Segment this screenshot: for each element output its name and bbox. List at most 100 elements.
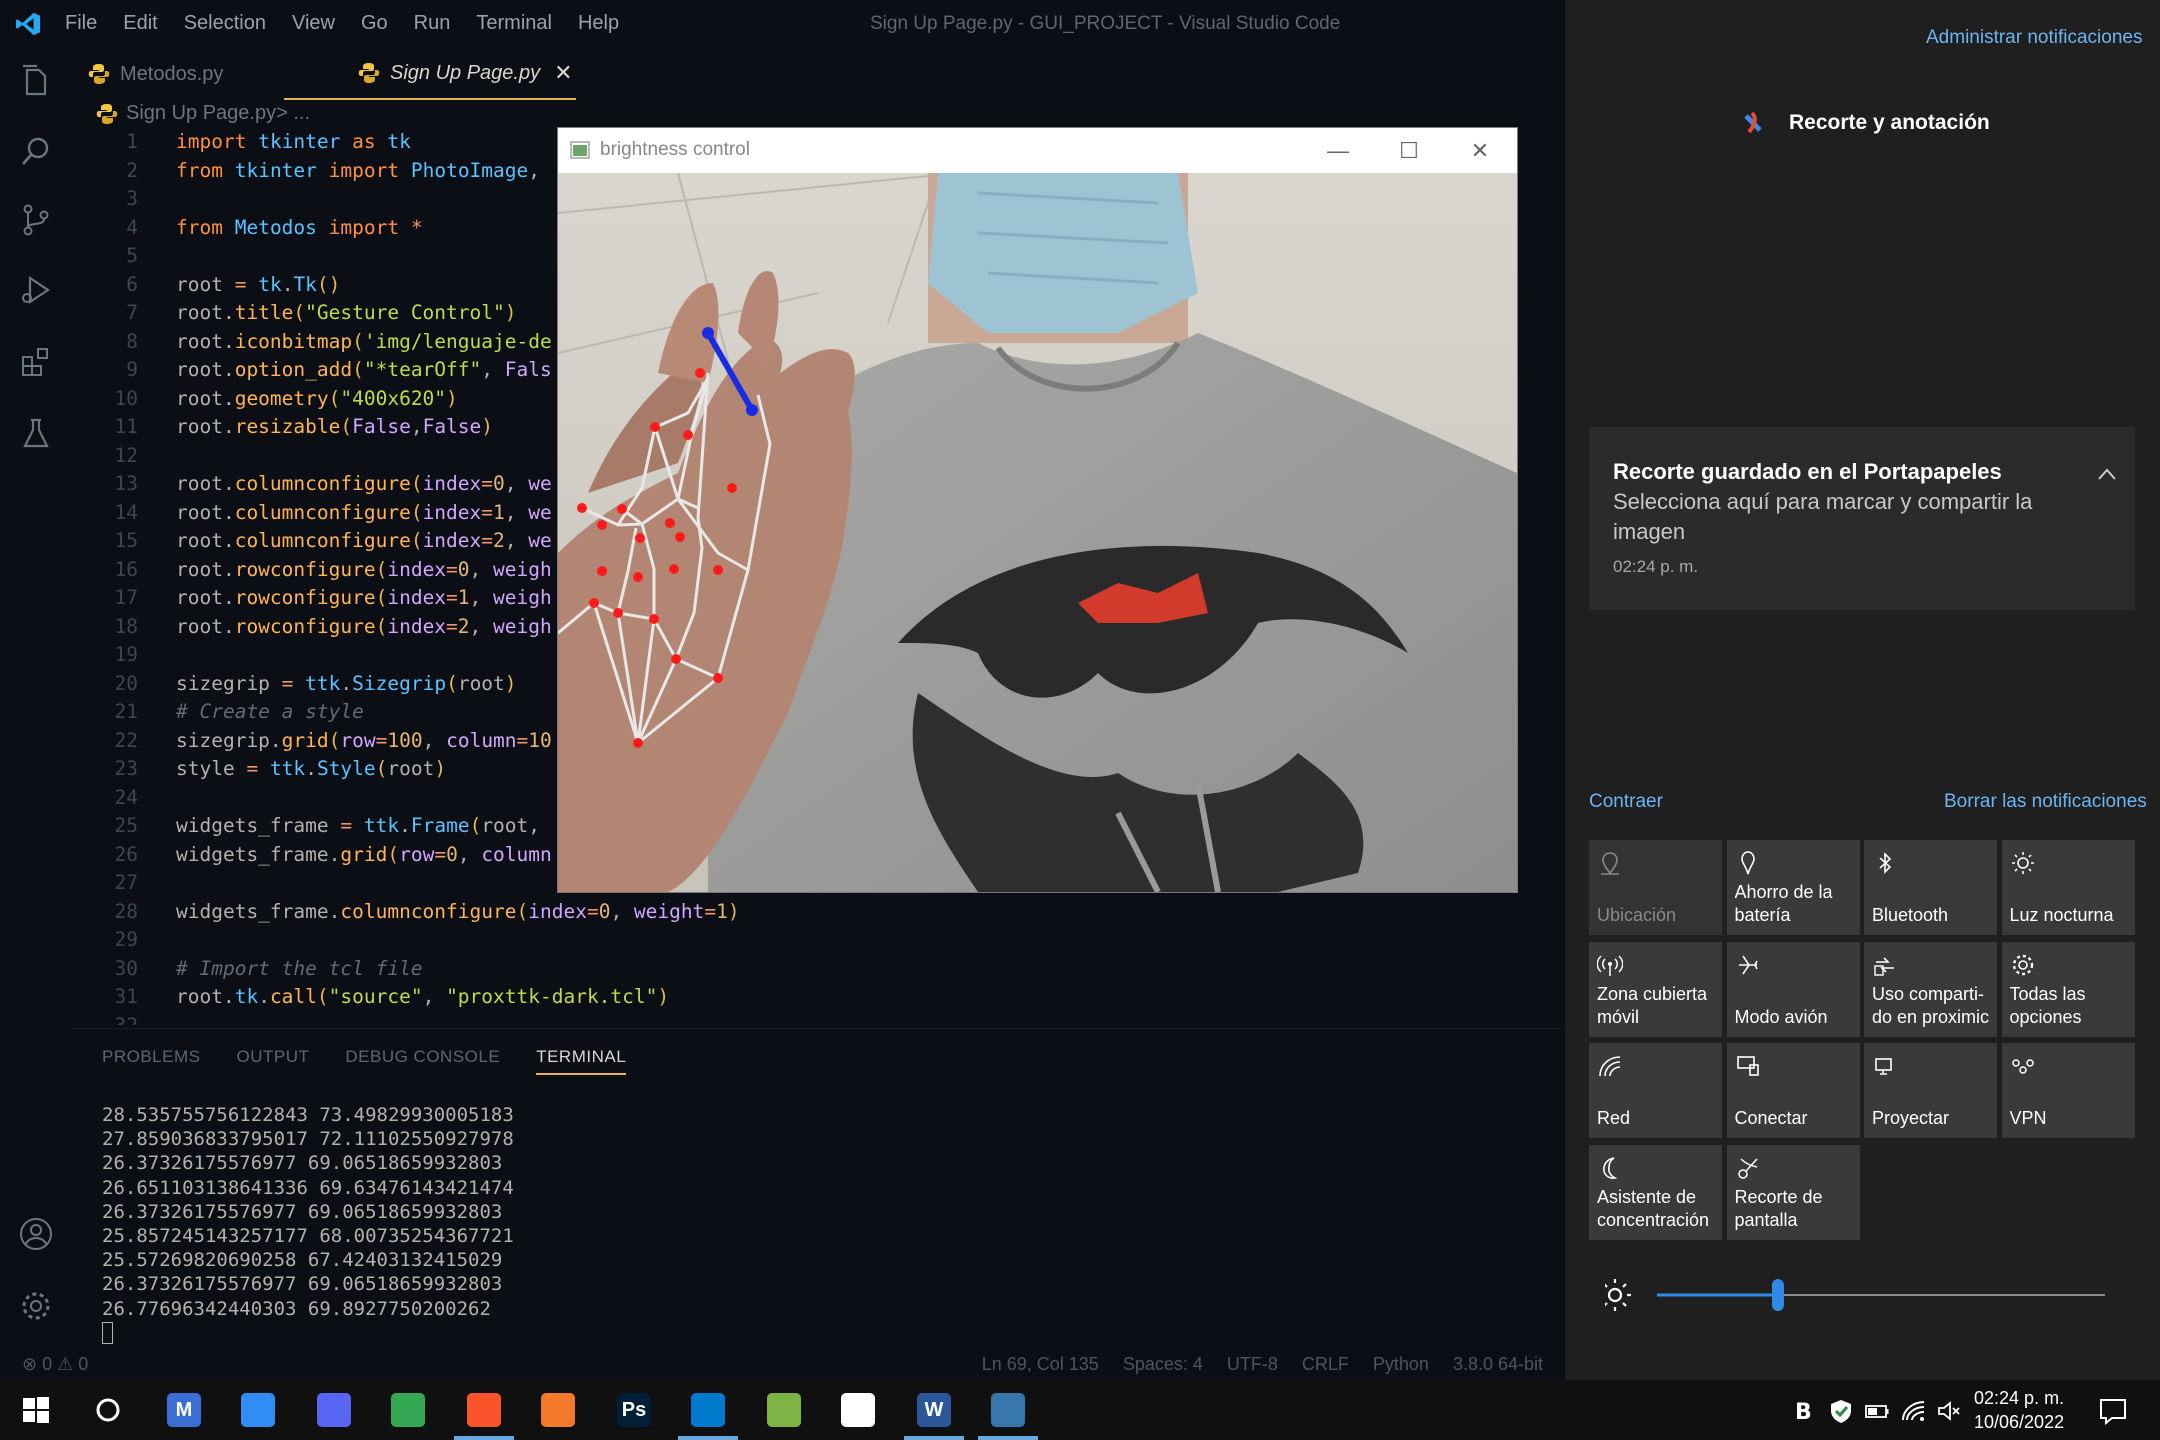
menu-go[interactable]: Go [361,12,388,35]
source-control-icon[interactable] [18,202,54,238]
vscode-app[interactable] [672,1380,744,1440]
quick-action-project[interactable]: Proyectar [1864,1043,1997,1138]
code-text: from Metodos import * [176,215,423,239]
quick-action-battery-saver[interactable]: Ahorro de la batería [1726,840,1860,935]
python-app[interactable] [972,1380,1044,1440]
testing-icon[interactable] [18,416,54,452]
brightness-control-window[interactable]: brightness control — ☐ ✕ [557,127,1518,893]
cortana-button[interactable] [72,1380,144,1440]
panel-tab-problems[interactable]: PROBLEMS [102,1047,200,1075]
taskbar-clock[interactable]: 02:24 p. m. 10/06/2022 [1974,1386,2064,1434]
code-text: root.columnconfigure(index=0, we [176,472,552,495]
tab-close-icon[interactable]: ✕ [554,60,572,86]
status-interpreter[interactable]: 3.8.0 64-bit [1453,1354,1543,1375]
editor-app[interactable] [822,1380,894,1440]
brightness-slider[interactable] [1605,1275,2125,1315]
status-eol[interactable]: CRLF [1302,1354,1349,1375]
brightness-window-title: brightness control [600,139,750,160]
status-language[interactable]: Python [1373,1354,1429,1375]
location-icon [1601,852,1619,875]
code-line[interactable]: 28 widgets_frame.columnconfigure(index=0,… [72,900,1565,929]
menu-terminal[interactable]: Terminal [476,12,552,35]
quick-action-nearby-share[interactable]: Uso comparti- do en proximic [1864,941,1997,1037]
quick-action-bluetooth[interactable]: Bluetooth [1864,840,1997,935]
windows-logo-icon [23,1397,49,1423]
line-number: 20 [114,671,138,695]
menu-selection[interactable]: Selection [184,12,266,35]
code-line[interactable]: 30 # Import the tcl file [72,957,1565,986]
action-center-icon[interactable] [2098,1396,2128,1426]
tab-metodos[interactable]: Metodos.py [88,48,278,100]
quick-action-airplane[interactable]: Modo avión [1726,941,1860,1037]
code-line[interactable]: 32 [72,1014,1565,1026]
line-number: 6 [126,272,138,296]
quick-action-network[interactable]: Red [1589,1043,1722,1138]
terminal-output[interactable]: 28.535755756122843 73.49829930005183 27.8… [102,1103,514,1345]
3d-app[interactable] [748,1380,820,1440]
menu-run[interactable]: Run [414,12,451,35]
brightness-window-titlebar[interactable]: brightness control — ☐ ✕ [558,128,1517,173]
code-text: root.iconbitmap('img/lenguaje-de [176,329,552,353]
battery-icon[interactable] [1864,1398,1890,1424]
menu-view[interactable]: View [292,12,335,35]
panel-tab-terminal[interactable]: TERMINAL [536,1047,627,1075]
word-app[interactable]: W [898,1380,970,1440]
status-encoding[interactable]: UTF-8 [1227,1354,1278,1375]
problems-count[interactable]: ⊗ 0 ⚠ 0 [22,1354,88,1375]
blender-app[interactable] [522,1380,594,1440]
wifi-icon[interactable] [1900,1398,1926,1424]
extensions-icon[interactable] [18,344,54,380]
bitdefender-tray-icon[interactable]: B [1792,1398,1818,1424]
quick-action-label: Uso comparti- do en proximic [1872,983,1990,1027]
messenger-app[interactable] [222,1380,294,1440]
tab-sign-up-page[interactable]: Sign Up Page.py ✕ [284,48,576,100]
chrome-app[interactable] [372,1380,444,1440]
photoshop-app[interactable]: Ps [598,1380,670,1440]
account-icon[interactable] [18,1216,54,1252]
quick-action-snip[interactable]: Recorte de pantalla [1726,1144,1860,1240]
volume-muted-icon[interactable] [1936,1398,1962,1424]
explorer-icon[interactable] [18,62,54,98]
search-icon[interactable] [18,134,54,170]
quick-action-hotspot[interactable]: Zona cubierta móvil [1589,941,1722,1037]
brave-app[interactable] [448,1380,520,1440]
breadcrumb-file[interactable]: Sign Up Page.py [126,102,276,125]
vscode-logo-icon[interactable] [14,11,42,37]
menu-help[interactable]: Help [578,12,619,35]
notification-card[interactable]: Recorte guardado en el Portapapeles Sele… [1589,427,2135,610]
line-number: 23 [114,757,138,780]
code-line[interactable]: 31 root.tk.call("source", "proxttk-dark.t… [72,985,1565,1014]
menu-edit[interactable]: Edit [123,12,157,35]
quick-action-location[interactable]: Ubicación [1589,840,1722,935]
maximize-button[interactable]: ☐ [1374,128,1444,173]
minimize-button[interactable]: — [1303,128,1373,173]
gmail-app[interactable]: M [148,1380,220,1440]
discord-app[interactable] [298,1380,370,1440]
airplane-icon [1738,955,1758,974]
quick-action-vpn[interactable]: VPN [2001,1043,2135,1138]
collapse-chevron-icon[interactable] [2097,467,2117,481]
status-indentation[interactable]: Spaces: 4 [1123,1354,1203,1375]
quick-action-settings[interactable]: Todas las opciones [2001,941,2135,1037]
quick-action-connect[interactable]: Conectar [1726,1043,1860,1138]
status-cursor-position[interactable]: Ln 69, Col 135 [982,1354,1099,1375]
close-button[interactable]: ✕ [1445,128,1515,173]
manage-notifications-link[interactable]: Administrar notificaciones [1926,27,2142,49]
panel-tab-debug-console[interactable]: DEBUG CONSOLE [345,1047,500,1075]
panel-tab-output[interactable]: OUTPUT [236,1047,309,1075]
vpn-icon [2011,1059,2034,1074]
menu-file[interactable]: File [65,12,97,35]
breadcrumb-rest[interactable]: > ... [276,102,310,125]
quick-action-night-light[interactable]: Luz nocturna [2001,840,2135,935]
line-number: 22 [114,728,138,752]
line-number: 1 [126,130,138,153]
collapse-link[interactable]: Contraer [1589,791,1663,813]
quick-action-focus-assist[interactable]: Asistente de concentración [1589,1144,1722,1240]
webcam-frame-image [558,173,1517,892]
manage-gear-icon[interactable] [18,1288,54,1324]
code-line[interactable]: 29 [72,928,1565,957]
run-debug-icon[interactable] [18,272,54,308]
clear-notifications-link[interactable]: Borrar las notificaciones [1944,791,2147,813]
start-button[interactable] [0,1380,72,1440]
defender-shield-icon[interactable] [1828,1398,1854,1424]
